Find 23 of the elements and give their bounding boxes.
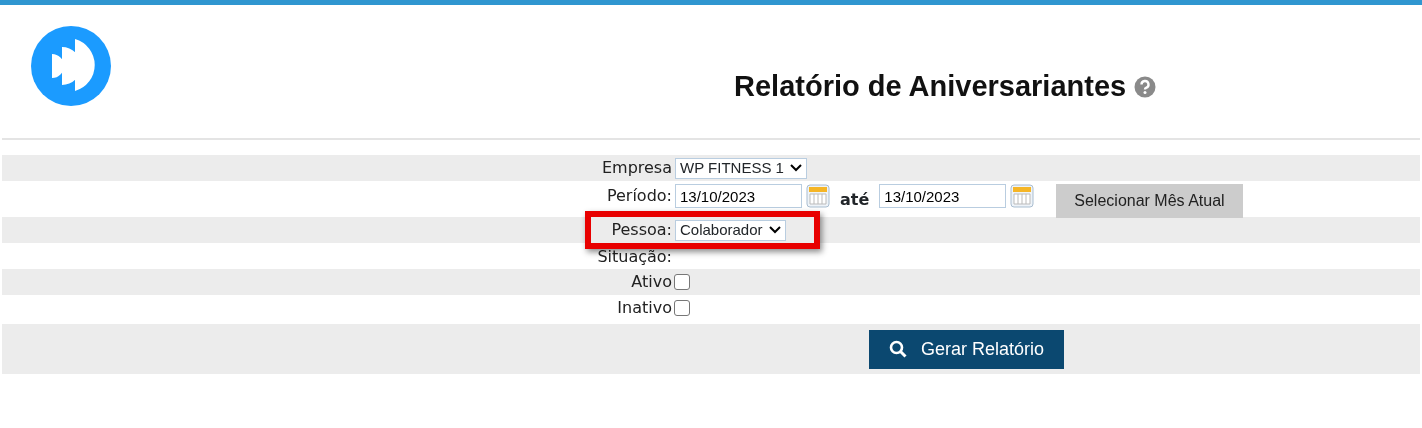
caret-icon [768, 226, 781, 234]
dropdown[interactable]: WP FITNESS 1 [675, 157, 807, 179]
date-field[interactable]: 13/10/2023 [675, 184, 802, 208]
field-label: Período: [606, 186, 672, 205]
checkbox[interactable] [674, 300, 690, 316]
search-icon [889, 340, 907, 358]
field-label: Pessoa: [611, 220, 672, 239]
field-label: Situação: [597, 247, 672, 266]
page-title: Relatório de Aniversariantes [734, 69, 1127, 104]
range-label: até [840, 189, 870, 211]
help-icon[interactable] [1134, 75, 1157, 98]
checkbox[interactable] [674, 274, 690, 290]
field-label: Empresa [601, 158, 672, 177]
month-button[interactable]: Selecionar Mês Atual [1056, 184, 1243, 218]
generate-button[interactable]: Gerar Relatório [869, 329, 1065, 369]
calendar-icon[interactable] [806, 184, 830, 208]
dropdown[interactable]: Colaborador [675, 219, 786, 241]
caret-icon [789, 164, 802, 172]
logo-icon [30, 25, 112, 107]
field-label: Ativo [631, 272, 672, 291]
date-field[interactable]: 13/10/2023 [879, 184, 1007, 208]
field-label: Inativo [617, 298, 672, 317]
calendar-icon[interactable] [1010, 184, 1035, 208]
